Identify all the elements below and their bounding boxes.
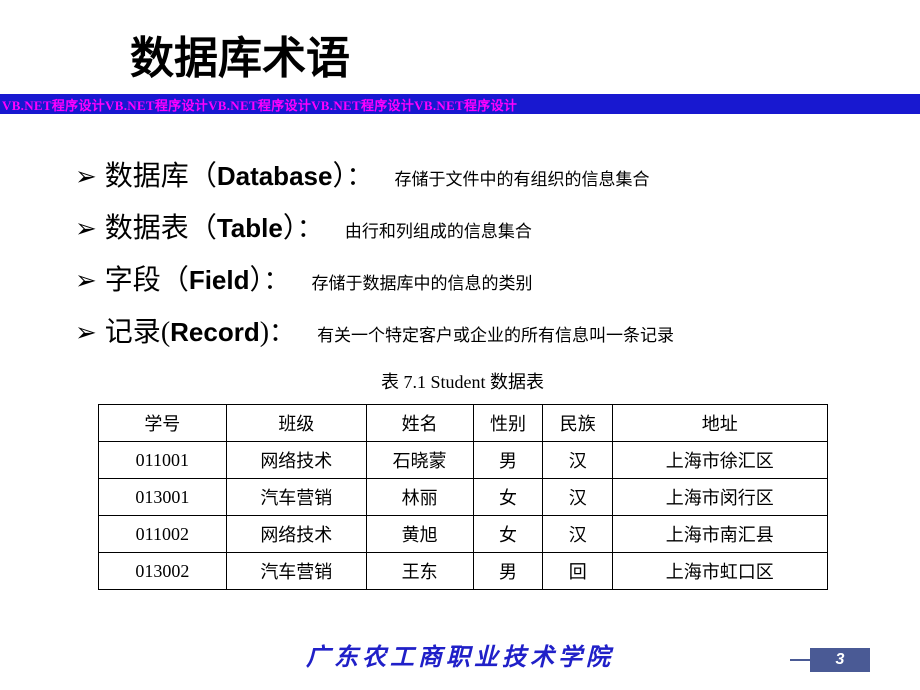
table-row: 013001 汽车营销 林丽 女 汉 上海市闵行区 [98, 479, 827, 516]
cell-gender: 男 [473, 553, 543, 590]
paren-close: ) [260, 317, 269, 348]
table-section: 表 7.1 Student 数据表 学号 班级 姓名 性别 民族 地址 0110… [75, 368, 850, 590]
cell-class: 网络技术 [227, 442, 366, 479]
cell-name: 林丽 [366, 479, 473, 516]
term-desc: 存储于文件中的有组织的信息集合 [394, 170, 649, 189]
header-gender: 性别 [473, 405, 543, 442]
bullet-arrow-icon: ➢ [75, 317, 97, 348]
footer: 广东农工商职业技术学院 3 [0, 637, 920, 672]
cell-ethnic: 回 [543, 553, 613, 590]
cell-class: 汽车营销 [227, 553, 366, 590]
banner-text: VB.NET程序设计VB.NET程序设计VB.NET程序设计VB.NET程序设计… [0, 95, 517, 114]
page-number: 3 [836, 651, 845, 669]
cell-class: 汽车营销 [227, 479, 366, 516]
term-en: Database [217, 161, 333, 191]
cell-ethnic: 汉 [543, 516, 613, 553]
page-number-box: 3 [810, 648, 870, 672]
cell-ethnic: 汉 [543, 442, 613, 479]
cell-addr: 上海市徐汇区 [613, 442, 827, 479]
term-cn: 数据表 [105, 213, 189, 244]
bullet-table: ➢ 数据表（Table）： 由行和列组成的信息集合 [75, 206, 850, 246]
bullet-field: ➢ 字段（Field）： 存储于数据库中的信息的类别 [75, 258, 850, 298]
cell-class: 网络技术 [227, 516, 366, 553]
paren-close: ） [332, 161, 346, 192]
cell-gender: 女 [473, 516, 543, 553]
banner-bar: VB.NET程序设计VB.NET程序设计VB.NET程序设计VB.NET程序设计… [0, 94, 920, 114]
bullet-arrow-icon: ➢ [75, 265, 97, 296]
paren-open: ( [161, 317, 170, 348]
cell-addr: 上海市虹口区 [613, 553, 827, 590]
cell-gender: 男 [473, 442, 543, 479]
header-class: 班级 [227, 405, 366, 442]
term-en: Table [217, 213, 283, 243]
table-caption: 表 7.1 Student 数据表 [75, 368, 850, 394]
paren-open: （ [161, 265, 189, 296]
cell-ethnic: 汉 [543, 479, 613, 516]
term-cn: 数据库 [105, 161, 189, 192]
cell-addr: 上海市南汇县 [613, 516, 827, 553]
paren-open: （ [189, 161, 217, 192]
term-colon: ： [269, 318, 295, 347]
paren-close: ） [283, 213, 297, 244]
paren-close: ） [250, 265, 264, 296]
term-colon: ： [346, 162, 372, 191]
cell-id: 011001 [98, 442, 227, 479]
table-row: 011002 网络技术 黄旭 女 汉 上海市南汇县 [98, 516, 827, 553]
footer-line [790, 659, 810, 661]
bullet-arrow-icon: ➢ [75, 213, 97, 244]
header-name: 姓名 [366, 405, 473, 442]
term-cn: 字段 [105, 265, 161, 296]
term-cn: 记录 [105, 317, 161, 348]
cell-id: 013002 [98, 553, 227, 590]
table-header-row: 学号 班级 姓名 性别 民族 地址 [98, 405, 827, 442]
cell-addr: 上海市闵行区 [613, 479, 827, 516]
term-desc: 由行和列组成的信息集合 [345, 222, 532, 241]
cell-name: 黄旭 [366, 516, 473, 553]
slide-title: 数据库术语 [0, 0, 920, 86]
institution-name: 广东农工商职业技术学院 [0, 637, 920, 672]
cell-id: 013001 [98, 479, 227, 516]
term-colon: ： [264, 266, 290, 295]
term-desc: 存储于数据库中的信息的类别 [312, 274, 533, 293]
table-row: 011001 网络技术 石晓蒙 男 汉 上海市徐汇区 [98, 442, 827, 479]
term-colon: ： [297, 214, 323, 243]
cell-name: 石晓蒙 [366, 442, 473, 479]
content-area: ➢ 数据库（Database）： 存储于文件中的有组织的信息集合 ➢ 数据表（T… [0, 114, 920, 590]
term-en: Field [189, 265, 250, 295]
cell-gender: 女 [473, 479, 543, 516]
term-desc: 有关一个特定客户或企业的所有信息叫一条记录 [317, 326, 674, 345]
header-addr: 地址 [613, 405, 827, 442]
header-ethnic: 民族 [543, 405, 613, 442]
cell-name: 王东 [366, 553, 473, 590]
bullet-database: ➢ 数据库（Database）： 存储于文件中的有组织的信息集合 [75, 154, 850, 194]
header-id: 学号 [98, 405, 227, 442]
bullet-record: ➢ 记录(Record)： 有关一个特定客户或企业的所有信息叫一条记录 [75, 310, 850, 350]
cell-id: 011002 [98, 516, 227, 553]
table-row: 013002 汽车营销 王东 男 回 上海市虹口区 [98, 553, 827, 590]
term-en: Record [170, 317, 260, 347]
paren-open: （ [189, 213, 217, 244]
student-table: 学号 班级 姓名 性别 民族 地址 011001 网络技术 石晓蒙 男 汉 上海… [98, 404, 828, 590]
bullet-arrow-icon: ➢ [75, 161, 97, 192]
